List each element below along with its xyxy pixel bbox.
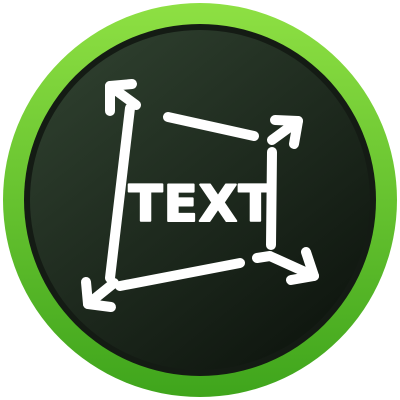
transform-text-icon: TEXT xyxy=(3,3,397,397)
icon-text-label: TEXT xyxy=(129,175,274,233)
icon-canvas: TEXT xyxy=(0,0,400,400)
